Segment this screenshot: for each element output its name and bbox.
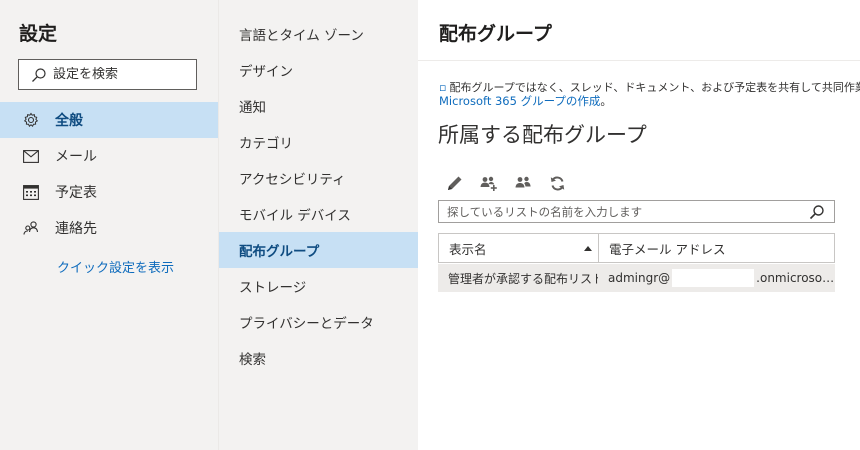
nav-item-label: 全般 xyxy=(55,113,83,129)
nav-item-mail[interactable]: メール xyxy=(0,138,218,174)
quick-settings-link[interactable]: クイック設定を表示 xyxy=(57,257,174,276)
page-title: 配布グループ xyxy=(439,23,552,45)
people-group-icon xyxy=(515,176,531,188)
subnav-item-language-timezone[interactable]: 言語とタイム ゾーン xyxy=(219,16,418,52)
settings-nav-pane: 設定 全般 メール xyxy=(0,0,218,450)
join-group-icon xyxy=(480,176,497,191)
people-group-button[interactable] xyxy=(512,172,534,194)
description-link-line: Microsoft 365 グループの作成。 xyxy=(439,93,612,109)
column-header-email[interactable]: 電子メール アドレス xyxy=(599,234,834,262)
nav-item-label: メール xyxy=(55,149,97,165)
refresh-button[interactable] xyxy=(546,172,568,194)
nav-item-general[interactable]: 全般 xyxy=(0,102,218,138)
sort-ascending-icon xyxy=(584,246,592,251)
edit-button[interactable] xyxy=(444,172,466,194)
link-tail: 。 xyxy=(600,94,612,108)
subnav-item-categories[interactable]: カテゴリ xyxy=(219,124,418,160)
section-title: 所属する配布グループ xyxy=(438,123,647,147)
column-label: 電子メール アドレス xyxy=(609,241,726,257)
cell-email: admingr@ .onmicroso… xyxy=(598,269,835,287)
column-header-display-name[interactable]: 表示名 xyxy=(439,234,599,262)
refresh-icon xyxy=(550,176,564,190)
subnav-item-distribution-groups[interactable]: 配布グループ xyxy=(219,232,418,268)
settings-title: 設定 xyxy=(19,23,58,45)
table-row[interactable]: 管理者が承認する配布リスト admingr@ .onmicroso… xyxy=(438,264,835,292)
subnav-item-storage[interactable]: ストレージ xyxy=(219,268,418,304)
calendar-icon xyxy=(22,183,40,201)
subnav-item-design[interactable]: デザイン xyxy=(219,52,418,88)
email-suffix: .onmicroso… xyxy=(756,271,835,285)
subnav-item-mobile-devices[interactable]: モバイル デバイス xyxy=(219,196,418,232)
subnav-item-privacy-data[interactable]: プライバシーとデータ xyxy=(219,304,418,340)
cell-display-name: 管理者が承認する配布リスト xyxy=(448,271,598,286)
join-group-button[interactable] xyxy=(478,172,500,194)
group-search-box[interactable] xyxy=(438,200,835,223)
edit-icon xyxy=(448,176,462,190)
search-icon xyxy=(32,67,46,82)
nav-item-calendar[interactable]: 予定表 xyxy=(0,174,218,210)
settings-subnav-pane: 言語とタイム ゾーン デザイン 通知 カテゴリ アクセシビリティ モバイル デバ… xyxy=(218,0,418,450)
settings-search-box[interactable] xyxy=(18,59,197,90)
mail-icon xyxy=(22,147,40,165)
settings-content-pane: 配布グループ ▫ 配布グループではなく、スレッド、ドキュメント、および予定表を共有… xyxy=(418,0,860,450)
create-m365-group-link[interactable]: Microsoft 365 グループの作成 xyxy=(439,94,600,108)
nav-item-label: 連絡先 xyxy=(55,221,97,237)
gear-icon xyxy=(22,111,40,129)
title-divider xyxy=(418,60,860,61)
distribution-group-table: 表示名 電子メール アドレス 管理者が承認する配布リスト admingr@ .o… xyxy=(438,233,835,292)
search-icon[interactable] xyxy=(809,204,825,220)
nav-item-label: 予定表 xyxy=(55,185,97,201)
subnav-item-accessibility[interactable]: アクセシビリティ xyxy=(219,160,418,196)
column-label: 表示名 xyxy=(449,241,487,257)
people-icon xyxy=(22,219,40,237)
nav-item-contacts[interactable]: 連絡先 xyxy=(0,210,218,246)
group-search-input[interactable] xyxy=(439,204,807,219)
settings-search-input[interactable] xyxy=(53,67,183,82)
subnav-item-notifications[interactable]: 通知 xyxy=(219,88,418,124)
subnav-item-search[interactable]: 検索 xyxy=(219,340,418,376)
redacted-block xyxy=(672,269,755,287)
email-prefix: admingr@ xyxy=(608,271,671,285)
group-toolbar xyxy=(444,172,580,194)
table-header: 表示名 電子メール アドレス xyxy=(438,233,835,263)
